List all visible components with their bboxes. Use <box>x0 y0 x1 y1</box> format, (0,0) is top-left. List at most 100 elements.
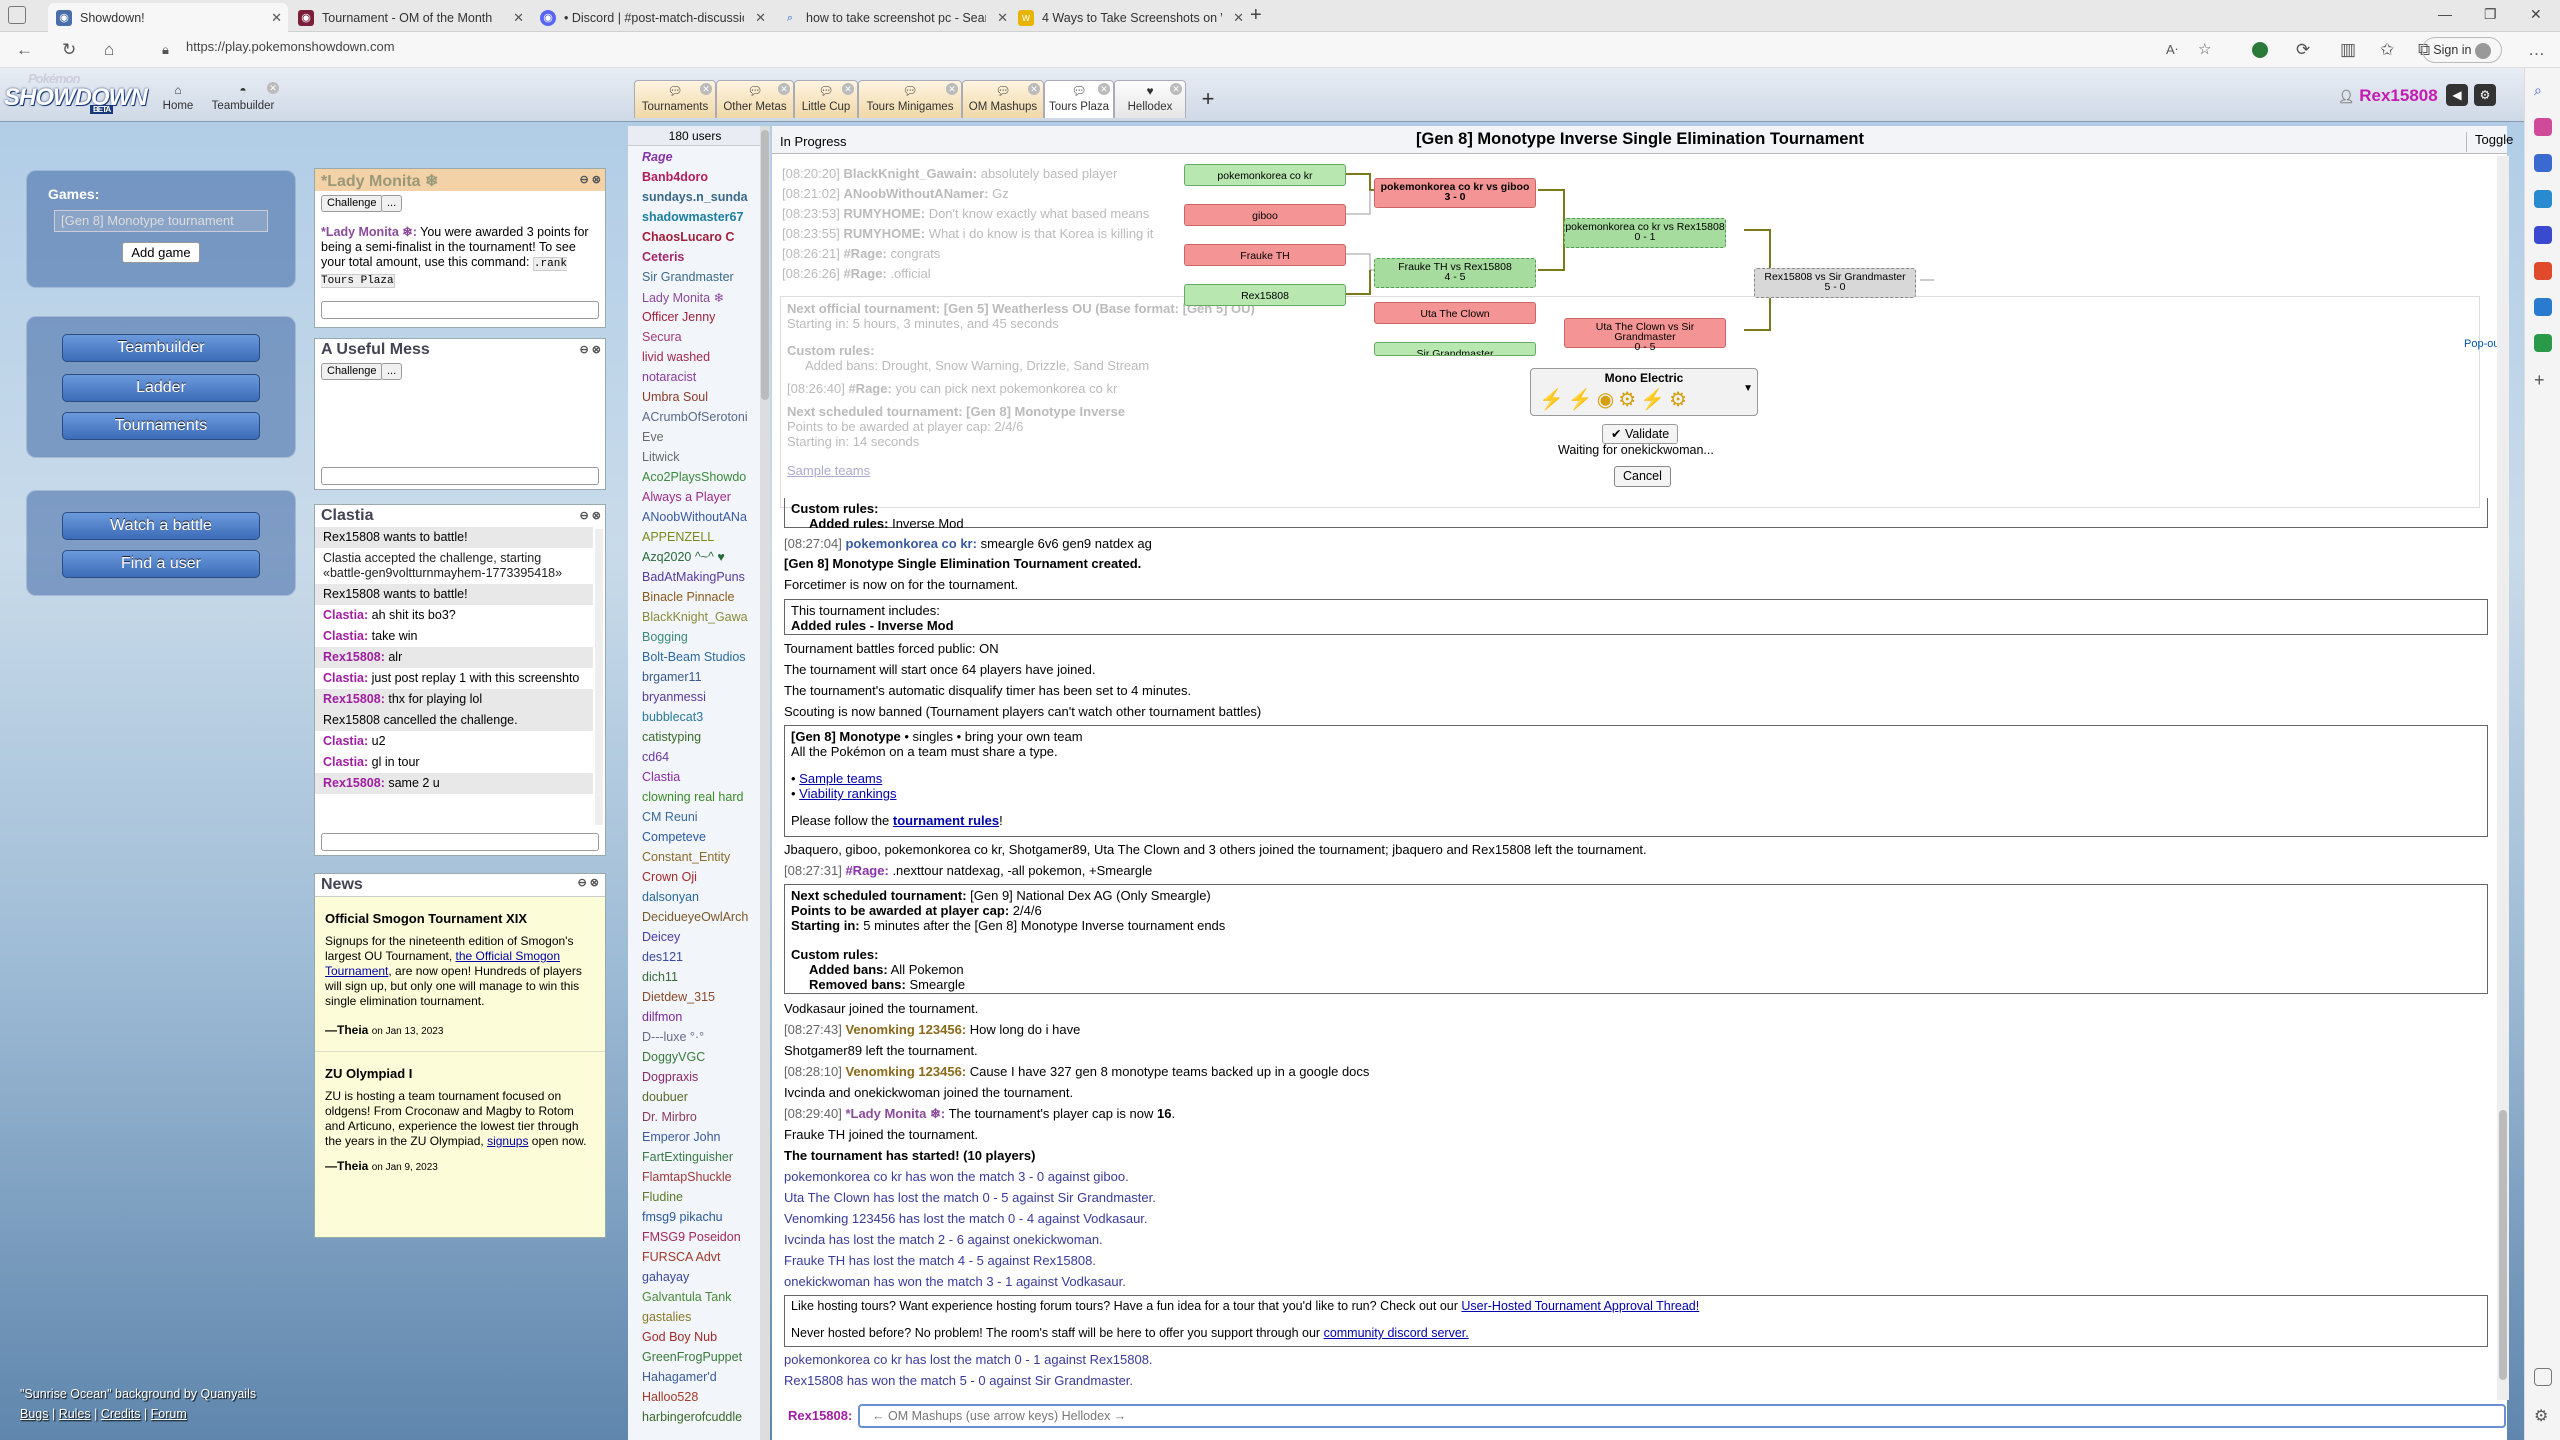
pm-input[interactable] <box>321 833 599 851</box>
approval-thread-link[interactable]: User-Hosted Tournament Approval Thread! <box>1461 1299 1699 1313</box>
challenge-button[interactable]: Challenge <box>321 195 383 212</box>
tools-icon[interactable] <box>2534 154 2552 172</box>
userlist-item[interactable]: Hahagamer'd <box>642 1370 760 1384</box>
browser-tab-search[interactable]: ⌕ how to take screenshot pc - Search ✕ <box>774 3 1014 32</box>
maximize-icon[interactable]: ❐ <box>2484 6 2497 23</box>
bracket-player[interactable]: pokemonkorea co kr <box>1184 164 1346 186</box>
ladder-button[interactable]: Ladder <box>62 374 260 402</box>
userlist-item[interactable]: Aco2PlaysShowdo <box>642 470 760 484</box>
refresh-extension-icon[interactable]: ⟳ <box>2296 40 2310 60</box>
close-icon[interactable]: ✕ <box>946 83 958 95</box>
bracket-match[interactable]: pokemonkorea co kr vs giboo 3 - 0 <box>1374 178 1536 208</box>
sound-icon[interactable]: ◀ <box>2446 84 2468 106</box>
userlist-item[interactable]: FlamtapShuckle <box>642 1170 760 1184</box>
credits-link[interactable]: Credits <box>101 1407 141 1421</box>
userlist-item[interactable]: BadAtMakingPuns <box>642 570 760 584</box>
tab-other-metas[interactable]: 💬︎ Other Metas ✕ <box>716 80 794 118</box>
tab-actions-icon[interactable] <box>8 6 26 24</box>
favorites-icon[interactable]: ✩ <box>2380 40 2394 60</box>
challenge-button[interactable]: Challenge <box>321 363 383 380</box>
userlist-item[interactable]: %Ceteris <box>642 250 760 264</box>
add-icon[interactable]: + <box>2534 370 2552 390</box>
close-icon[interactable]: ✕ <box>1098 83 1110 95</box>
userlist-item[interactable]: Dogpraxis <box>642 1070 760 1084</box>
tab-om-mashups[interactable]: 💬︎ OM Mashups ✕ <box>962 80 1044 118</box>
tree-icon[interactable] <box>2534 334 2552 352</box>
userlist-item[interactable]: doubuer <box>642 1090 760 1104</box>
bracket-player[interactable]: giboo <box>1184 204 1346 226</box>
new-room-button[interactable]: + <box>1190 82 1226 118</box>
extension-icon[interactable] <box>2252 42 2268 58</box>
userlist-item[interactable]: Always a Player <box>642 490 760 504</box>
userlist-item[interactable]: %ChaosLucaro C <box>642 230 760 244</box>
userlist-item[interactable]: fmsg9 pikachu <box>642 1210 760 1224</box>
chat-scroll-thumb[interactable] <box>2499 1110 2507 1380</box>
userlist-item[interactable]: Halloo528 <box>642 1390 760 1404</box>
userlist-item[interactable]: +livid washed <box>642 350 760 364</box>
userlist-item[interactable]: APPENZELL <box>642 530 760 544</box>
games-icon[interactable] <box>2534 226 2552 244</box>
userlist-item[interactable]: +Sir Grandmaster <box>642 270 760 284</box>
userlist-item[interactable]: +Umbra Soul <box>642 390 760 404</box>
userlist-item[interactable]: bubblecat3 <box>642 710 760 724</box>
close-icon[interactable]: ✕ <box>1170 83 1182 95</box>
bracket-player[interactable]: Uta The Clown <box>1374 302 1536 324</box>
close-icon[interactable]: ✕ <box>1233 10 1244 26</box>
userlist-item[interactable]: Galvantula Tank <box>642 1290 760 1304</box>
toggle-button[interactable]: Toggle <box>2466 132 2513 152</box>
minimize-close-icon[interactable]: ⊖ ⊗ <box>580 343 602 356</box>
userlist-item[interactable]: Emperor John <box>642 1130 760 1144</box>
userlist-item[interactable]: harbingerofcuddle <box>642 1410 760 1424</box>
userlist-item[interactable]: Azq2020 ^~^ ♥ <box>642 550 760 564</box>
close-icon[interactable]: ✕ <box>700 83 712 95</box>
userlist-item[interactable]: %sundays.n_sunda <box>642 190 760 204</box>
rules-link[interactable]: Rules <box>59 1407 91 1421</box>
userlist-item[interactable]: FMSG9 Poseidon <box>642 1230 760 1244</box>
userlist-scrollbar[interactable] <box>760 126 770 1440</box>
userlist-item[interactable]: CM Reuni <box>642 810 760 824</box>
userlist-item[interactable]: GreenFrogPuppet <box>642 1350 760 1364</box>
search-icon[interactable]: ⌕ <box>2534 82 2552 100</box>
userlist-item[interactable]: gahayay <box>642 1270 760 1284</box>
read-aloud-icon[interactable]: Aᐧ <box>2166 42 2178 58</box>
tab-little-cup[interactable]: 💬︎ Little Cup ✕ <box>794 80 858 118</box>
team-selector[interactable]: Mono Electric ⚡⚡◉⚙⚡⚙ ▼ <box>1530 368 1758 416</box>
viability-rankings-link[interactable]: Viability rankings <box>799 786 896 801</box>
userlist-item[interactable]: Constant_Entity <box>642 850 760 864</box>
userlist-item[interactable]: des121 <box>642 950 760 964</box>
userlist-item[interactable]: catistyping <box>642 730 760 744</box>
chat-input[interactable]: ← OM Mashups (use arrow keys) Hellodex → <box>858 1404 2506 1428</box>
teambuilder-button[interactable]: Teambuilder <box>62 334 260 362</box>
showdown-logo[interactable]: Pokémon SHOWDOWN BETA <box>4 71 148 120</box>
userlist-item[interactable]: +Officer Jenny <box>642 310 760 324</box>
userlist-item[interactable]: DoggyVGC <box>642 1050 760 1064</box>
userlist-item[interactable]: bryanmessi <box>642 690 760 704</box>
bracket-player[interactable]: Sir Grandmaster <box>1374 342 1536 356</box>
office-apps-icon[interactable] <box>2534 262 2552 280</box>
more-button[interactable]: ... <box>381 363 403 380</box>
tab-home[interactable]: ⌂ Home <box>156 80 200 120</box>
more-button[interactable]: ... <box>381 195 403 212</box>
bracket-match[interactable]: Uta The Clown vs Sir Grandmaster 0 - 5 <box>1564 318 1726 352</box>
userlist-item[interactable]: God Boy Nub <box>642 1330 760 1344</box>
userlist-item[interactable]: FartExtinguisher <box>642 1150 760 1164</box>
close-icon[interactable]: ✕ <box>842 83 854 95</box>
close-icon[interactable]: ✕ <box>755 10 766 26</box>
userlist-item[interactable]: #Rage <box>642 150 760 164</box>
copilot-icon[interactable] <box>2534 118 2552 136</box>
office-icon[interactable] <box>2534 190 2552 208</box>
split-screen-icon[interactable]: ▥ <box>2340 40 2356 60</box>
validate-button[interactable]: ✔ Validate <box>1602 424 1679 444</box>
userlist-item[interactable]: FURSCA Advt <box>642 1250 760 1264</box>
watch-battle-button[interactable]: Watch a battle <box>62 512 260 540</box>
close-icon[interactable]: ✕ <box>997 10 1008 26</box>
close-icon[interactable]: ✕ <box>513 10 524 26</box>
pm-scrollbar[interactable] <box>595 529 603 825</box>
minimize-close-icon[interactable]: ⊖ ⊗ <box>578 876 600 889</box>
userlist-item[interactable]: +Lady Monita ❄ <box>642 290 760 305</box>
tournaments-button[interactable]: Tournaments <box>62 412 260 440</box>
userlist-item[interactable]: +Secura <box>642 330 760 344</box>
tournament-rules-link[interactable]: tournament rules <box>893 813 999 828</box>
userlist-item[interactable]: Deicey <box>642 930 760 944</box>
bracket-match[interactable]: pokemonkorea co kr vs Rex15808 0 - 1 <box>1564 218 1726 248</box>
